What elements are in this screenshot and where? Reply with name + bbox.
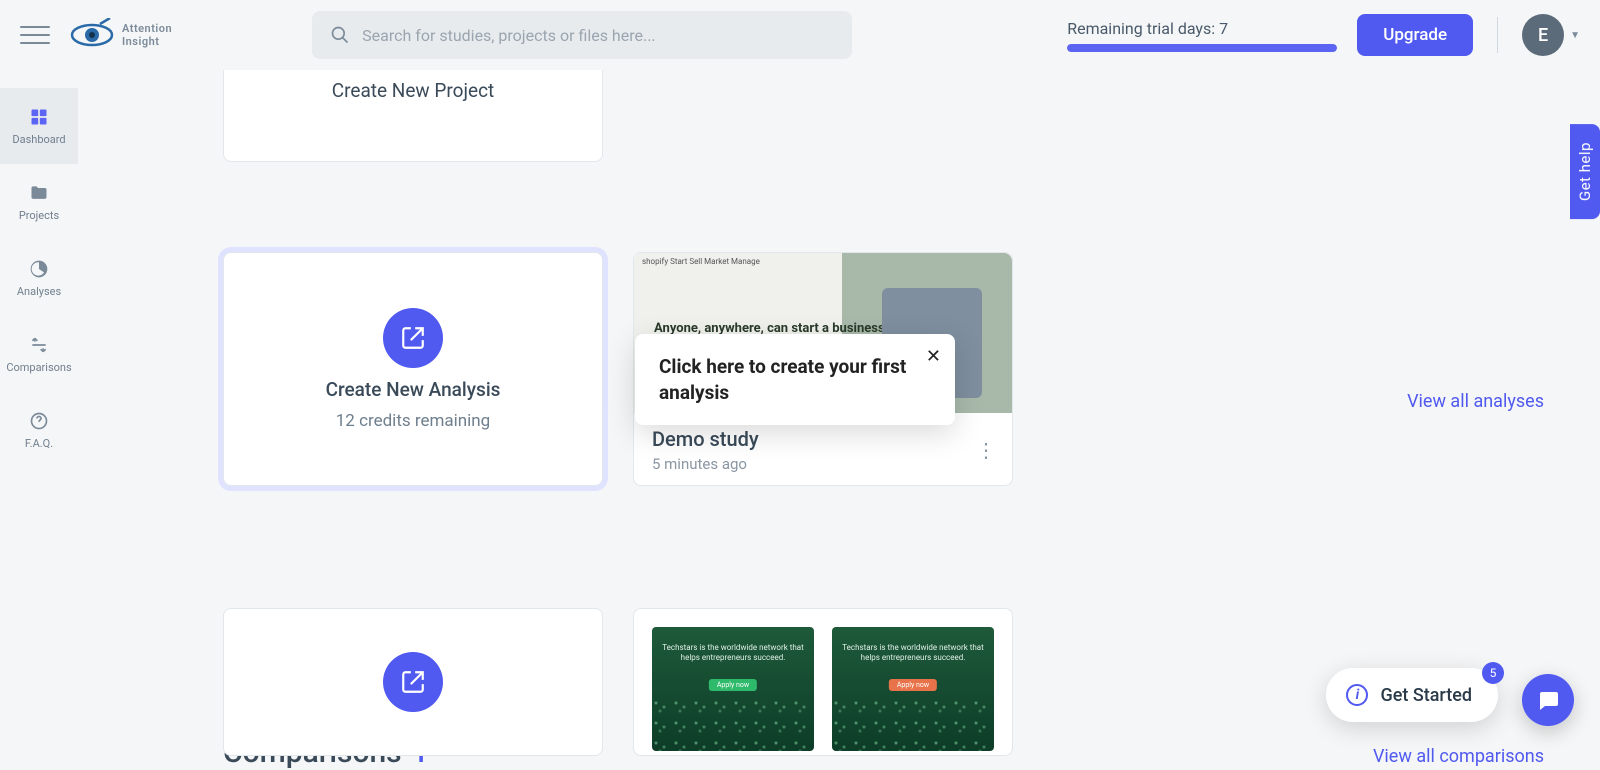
brand-text: Attention Insight bbox=[122, 22, 172, 48]
trial-status: Remaining trial days: 7 bbox=[1067, 19, 1337, 52]
create-comparison-card[interactable] bbox=[223, 608, 603, 756]
create-icon bbox=[383, 652, 443, 712]
create-analysis-card[interactable]: Create New Analysis 12 credits remaining bbox=[223, 252, 603, 486]
search-input[interactable] bbox=[362, 26, 834, 45]
get-started-pill[interactable]: i Get Started 5 bbox=[1326, 668, 1498, 722]
header-divider bbox=[1497, 17, 1498, 53]
comp-thumb-cta: Apply now bbox=[709, 679, 757, 691]
get-help-tab[interactable]: Get help bbox=[1570, 124, 1600, 219]
upgrade-button[interactable]: Upgrade bbox=[1357, 14, 1473, 56]
create-icon bbox=[383, 308, 443, 368]
info-icon: i bbox=[1346, 684, 1368, 706]
sidebar-item-label: Projects bbox=[19, 209, 59, 222]
thumb-menu: shopify Start Sell Market Manage bbox=[642, 257, 760, 266]
chevron-down-icon[interactable]: ▼ bbox=[1570, 30, 1580, 41]
create-project-label: Create New Project bbox=[332, 79, 495, 102]
get-started-label: Get Started bbox=[1380, 685, 1472, 706]
comparison-thumb-b: Techstars is the worldwide network that … bbox=[832, 627, 994, 751]
sidebar-item-faq[interactable]: F.A.Q. bbox=[0, 392, 78, 468]
create-analysis-title: Create New Analysis bbox=[326, 378, 501, 401]
trial-label: Remaining trial days: 7 bbox=[1067, 19, 1337, 38]
trial-progress-bar bbox=[1067, 44, 1337, 52]
sidebar-item-dashboard[interactable]: Dashboard bbox=[0, 88, 78, 164]
sidebar-item-label: Analyses bbox=[17, 285, 61, 298]
sidebar-item-comparisons[interactable]: Comparisons bbox=[0, 316, 78, 392]
search-box[interactable] bbox=[312, 11, 852, 59]
chat-button[interactable] bbox=[1522, 674, 1574, 726]
search-icon bbox=[330, 25, 350, 45]
sidebar-item-label: F.A.Q. bbox=[25, 437, 53, 450]
chat-icon bbox=[1536, 688, 1560, 712]
more-options-icon[interactable]: ⋮ bbox=[976, 438, 994, 462]
comp-thumb-cta: Apply now bbox=[889, 679, 937, 691]
sidebar-item-analyses[interactable]: Analyses bbox=[0, 240, 78, 316]
view-all-analyses-link[interactable]: View all analyses bbox=[1407, 391, 1544, 412]
sidebar-item-label: Dashboard bbox=[12, 133, 65, 146]
sidebar-item-projects[interactable]: Projects bbox=[0, 164, 78, 240]
compare-icon bbox=[29, 335, 49, 355]
pie-icon bbox=[29, 259, 49, 279]
question-icon bbox=[29, 411, 49, 431]
folder-icon bbox=[29, 183, 49, 203]
study-time: 5 minutes ago bbox=[652, 455, 759, 473]
close-icon[interactable]: ✕ bbox=[926, 346, 941, 367]
user-avatar[interactable]: E bbox=[1522, 14, 1564, 56]
study-name: Demo study bbox=[652, 427, 759, 451]
menu-button[interactable] bbox=[20, 20, 50, 50]
get-started-badge: 5 bbox=[1482, 662, 1504, 684]
demo-comparison-card[interactable]: Techstars is the worldwide network that … bbox=[633, 608, 1013, 756]
tooltip-text: Click here to create your first analysis bbox=[659, 354, 931, 405]
dashboard-icon bbox=[29, 107, 49, 127]
eye-logo-icon bbox=[70, 18, 114, 52]
sidebar-item-label: Comparisons bbox=[6, 361, 71, 374]
brand-logo[interactable]: Attention Insight bbox=[70, 18, 172, 52]
comparison-thumb-a: Techstars is the worldwide network that … bbox=[652, 627, 814, 751]
onboarding-tooltip: ✕ Click here to create your first analys… bbox=[635, 334, 955, 425]
create-analysis-sub: 12 credits remaining bbox=[336, 411, 490, 431]
sidebar: Dashboard Projects Analyses Comparisons … bbox=[0, 70, 78, 756]
view-all-comparisons-link[interactable]: View all comparisons bbox=[1373, 746, 1544, 767]
